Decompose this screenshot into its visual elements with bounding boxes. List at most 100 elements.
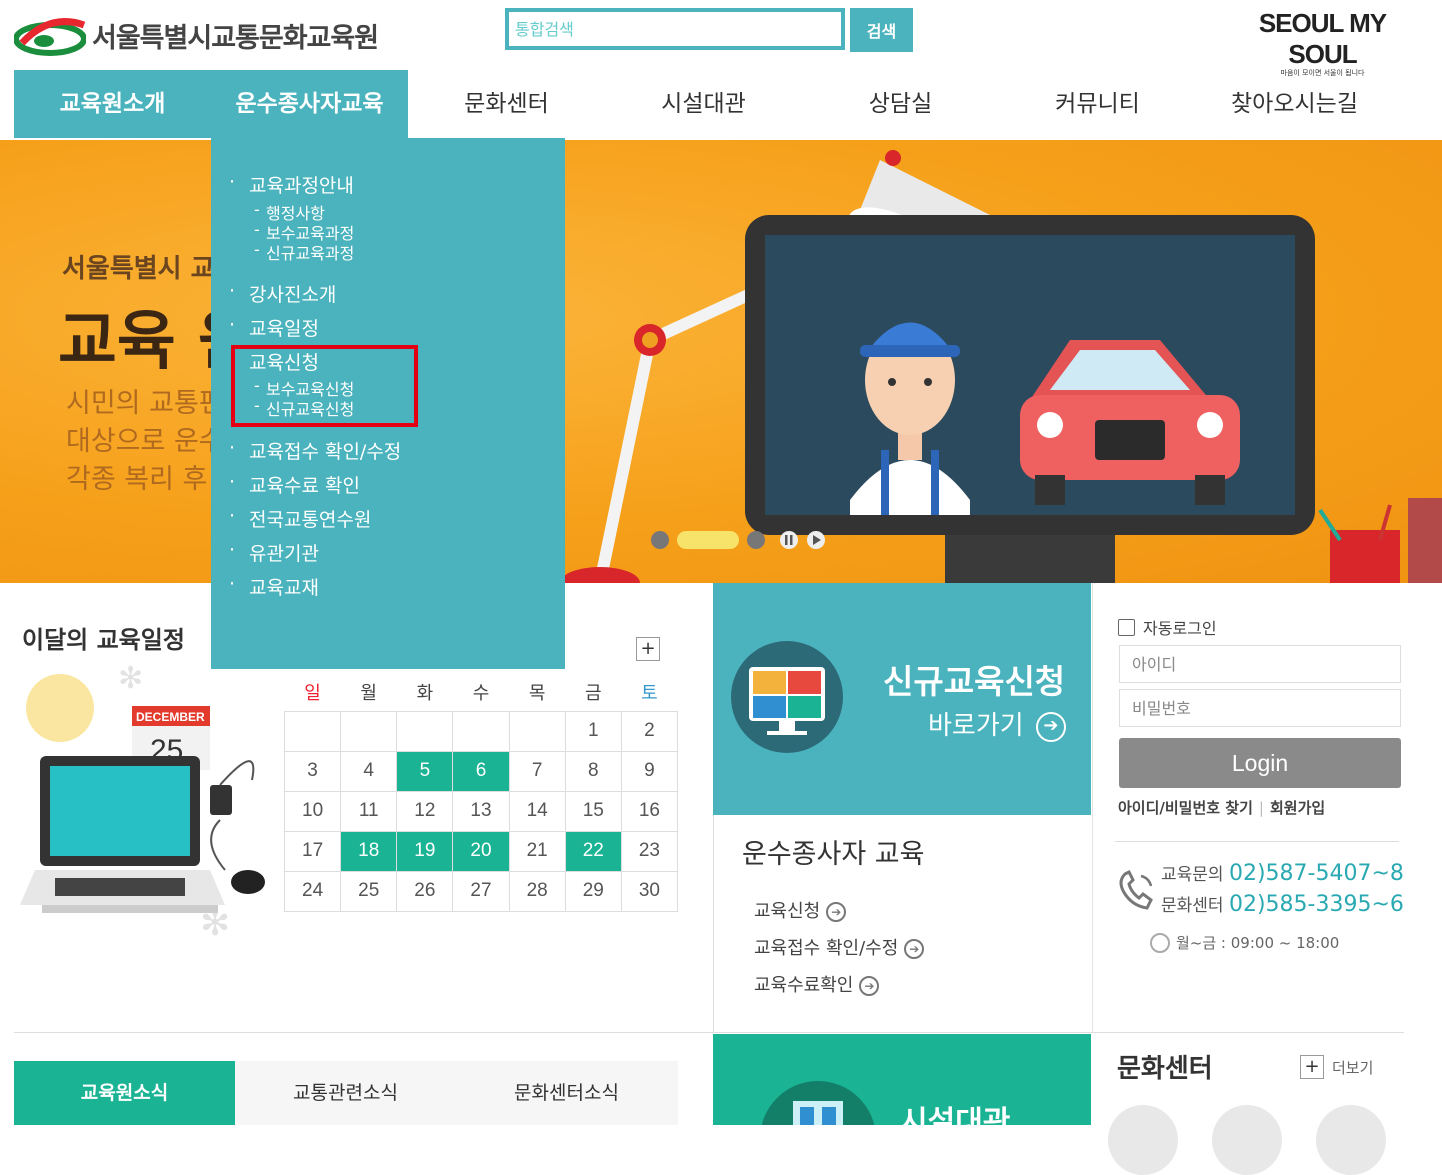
hero-illustration — [560, 150, 1442, 583]
calendar-day-cell[interactable]: 8 — [564, 750, 622, 792]
calendar-day-cell[interactable]: 20 — [452, 830, 510, 872]
calendar-day-cell[interactable]: 21 — [508, 830, 566, 872]
logo-mark-icon — [13, 13, 87, 57]
calendar-day-cell[interactable]: 25 — [340, 870, 398, 912]
plus-icon: + — [1300, 1055, 1324, 1079]
edu-contact: 교육문의 02)587-5407~8 — [1161, 860, 1404, 886]
tab-traffic-news[interactable]: 교통관련소식 — [235, 1061, 456, 1125]
checkbox-icon — [1118, 618, 1135, 636]
calendar-week-row: 24 25 26 27 28 29 30 — [283, 870, 679, 912]
id-input[interactable] — [1119, 645, 1401, 683]
calendar-day-cell[interactable]: 12 — [396, 790, 454, 832]
search-button[interactable]: 검색 — [850, 8, 913, 52]
submenu-textbooks[interactable]: 교육교재 — [229, 573, 319, 600]
slide-dot[interactable] — [651, 531, 669, 549]
weekday-header: 화 — [416, 682, 434, 704]
calendar-day-cell[interactable]: 27 — [452, 870, 510, 912]
nav-item-community[interactable]: 커뮤니티 — [999, 70, 1196, 138]
calendar-day-cell[interactable]: 17 — [283, 830, 342, 872]
site-logo[interactable]: 서울특별시교통문화교육원 — [13, 10, 404, 60]
calendar-more-button[interactable]: + — [636, 637, 660, 661]
submenu-new-course[interactable]: 신규교육과정 — [254, 240, 354, 264]
calendar-day-cell[interactable]: 2 — [620, 710, 679, 752]
calendar-day-cell[interactable]: 23 — [620, 830, 679, 872]
weekday-header: 토 — [641, 682, 658, 704]
calendar-day-cell[interactable]: 26 — [396, 870, 454, 912]
link-confirm-edit[interactable]: 교육접수 확인/수정 ➔ — [754, 934, 925, 960]
submenu-completion-check[interactable]: 교육수료 확인 — [229, 471, 360, 498]
org-name: 서울특별시교통문화교육원 — [92, 22, 379, 54]
autologin-label: 자동로그인 — [1143, 619, 1217, 638]
more-button[interactable]: + 더보기 — [1300, 1055, 1373, 1079]
calendar-day-cell[interactable]: 30 — [620, 870, 679, 912]
calendar-day-cell[interactable]: 14 — [508, 790, 566, 832]
apply-shortcut-link[interactable]: 바로가기 ➔ — [928, 705, 1066, 742]
calendar-day-cell[interactable]: 19 — [396, 830, 454, 872]
culture-thumbnail[interactable] — [1108, 1105, 1178, 1175]
calendar-day-cell[interactable]: 13 — [452, 790, 510, 832]
culture-thumbnail[interactable] — [1316, 1105, 1386, 1175]
nav-item-facility-rental[interactable]: 시설대관 — [605, 70, 802, 138]
submenu-schedule[interactable]: 교육일정 — [229, 314, 319, 341]
slide-dot-active[interactable] — [677, 531, 739, 549]
calendar-empty-cell — [340, 710, 398, 752]
calendar-day-cell[interactable]: 4 — [340, 750, 398, 792]
business-hours: 월~금 : 09:00 ~ 18:00 — [1150, 932, 1339, 953]
nav-item-counseling[interactable]: 상담실 — [802, 70, 999, 138]
culture-thumbnail[interactable] — [1212, 1105, 1282, 1175]
arrow-circle-icon: ➔ — [826, 902, 847, 922]
nav-item-directions[interactable]: 찾아오시는길 — [1196, 70, 1393, 138]
calendar-week-row: 12 — [283, 710, 679, 752]
submenu-confirm-edit[interactable]: 교육접수 확인/수정 — [229, 437, 401, 464]
calendar-day-cell[interactable]: 11 — [340, 790, 398, 832]
video-conference-icon — [731, 641, 843, 753]
calendar-day-cell[interactable]: 28 — [508, 870, 566, 912]
apply-title: 신규교육신청 — [883, 662, 1066, 701]
link-apply[interactable]: 교육신청 ➔ — [754, 897, 847, 923]
calendar-empty-cell — [452, 710, 510, 752]
link-completion[interactable]: 교육수료확인 ➔ — [754, 971, 880, 997]
submenu-course-guide[interactable]: 교육과정안내 — [229, 171, 354, 198]
search-input[interactable] — [505, 8, 845, 50]
tab-culture-news[interactable]: 문화센터소식 — [456, 1061, 677, 1125]
calendar-day-cell[interactable]: 7 — [508, 750, 566, 792]
nav-item-about[interactable]: 교육원소개 — [14, 70, 211, 138]
calendar-day-cell[interactable]: 6 — [452, 750, 510, 792]
calendar-day-cell[interactable]: 9 — [620, 750, 679, 792]
calendar-day-cell[interactable]: 22 — [564, 830, 622, 872]
nav-item-culture-center[interactable]: 문화센터 — [408, 70, 605, 138]
calendar-day-cell[interactable]: 15 — [564, 790, 622, 832]
calendar-day-cell[interactable]: 5 — [396, 750, 454, 792]
pause-icon[interactable] — [780, 531, 798, 549]
calendar-day-cell[interactable]: 29 — [564, 870, 622, 912]
slider-controls — [650, 528, 840, 552]
autologin-checkbox[interactable]: 자동로그인 — [1118, 615, 1217, 639]
nav-item-driver-education[interactable]: 운수종사자교육 — [211, 70, 408, 138]
calendar-week-row: 17 18 19 20 21 22 23 — [283, 830, 679, 872]
calendar-day-cell[interactable]: 3 — [283, 750, 342, 792]
submenu-instructors[interactable]: 강사진소개 — [229, 280, 336, 307]
submenu-national-institutes[interactable]: 전국교통연수원 — [229, 505, 371, 532]
submenu-related-agencies[interactable]: 유관기관 — [229, 539, 319, 566]
calendar-illustration: ✻ ✻ DECEMBER 25 — [20, 661, 265, 944]
calendar-empty-cell — [396, 710, 454, 752]
calendar-day-cell[interactable]: 18 — [340, 830, 398, 872]
arrow-circle-icon: ➔ — [904, 939, 925, 959]
tab-institute-news[interactable]: 교육원소식 — [14, 1061, 235, 1125]
calendar-empty-cell — [283, 710, 342, 752]
calendar-day-cell[interactable]: 16 — [620, 790, 679, 832]
seoul-my-soul-logo[interactable]: SEOUL MY SOUL 마음이 모이면 서울이 됩니다 — [1235, 8, 1410, 77]
facility-rental-label: 시설대관 — [900, 1105, 1011, 1140]
slide-dot[interactable] — [747, 531, 765, 549]
driver-education-title: 운수종사자 교육 — [742, 839, 925, 870]
calendar-day-cell[interactable]: 10 — [283, 790, 342, 832]
calendar-day-cell[interactable]: 1 — [564, 710, 622, 752]
login-button[interactable]: Login — [1119, 738, 1401, 788]
apply-link-label: 바로가기 — [928, 711, 1024, 741]
arrow-circle-icon: ➔ — [1035, 711, 1066, 742]
calendar-day-cell[interactable]: 24 — [283, 870, 342, 912]
find-account-link[interactable]: 아이디/비밀번호 찾기 — [1118, 799, 1253, 817]
join-link[interactable]: 회원가입 — [1270, 799, 1325, 817]
news-tabs: 교육원소식 교통관련소식 문화센터소식 — [14, 1061, 678, 1125]
password-input[interactable] — [1119, 689, 1401, 727]
